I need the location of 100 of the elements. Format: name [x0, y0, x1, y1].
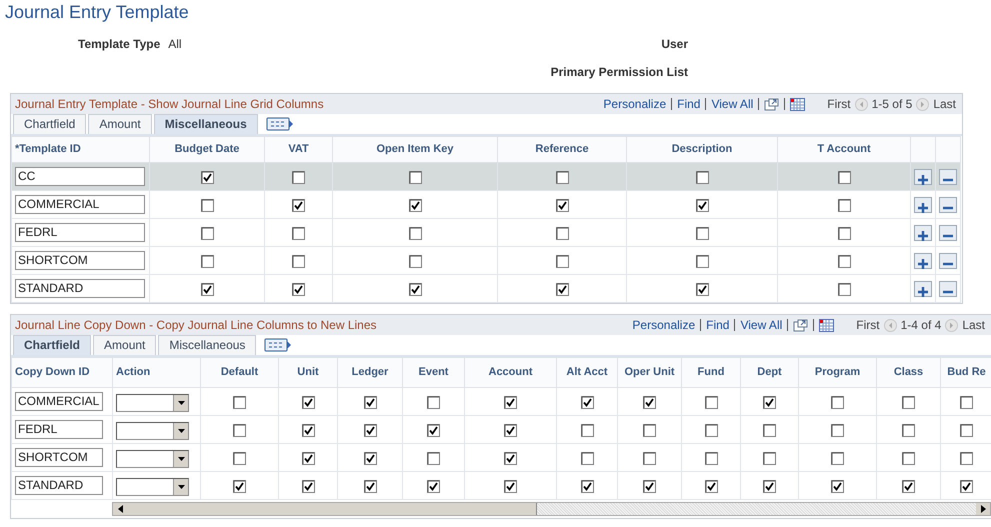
checkbox[interactable]: [233, 452, 246, 465]
tab[interactable]: Miscellaneous: [154, 114, 258, 134]
checkbox[interactable]: [838, 226, 850, 240]
checkbox[interactable]: [408, 254, 422, 268]
checkbox[interactable]: [763, 452, 776, 465]
scroll-right-icon[interactable]: [980, 505, 986, 513]
checkbox[interactable]: [696, 282, 708, 296]
checkbox[interactable]: [580, 452, 594, 465]
checkbox[interactable]: [504, 452, 517, 465]
checkbox[interactable]: [200, 282, 214, 296]
spreadsheet-icon[interactable]: [819, 318, 834, 332]
id-field[interactable]: STANDARD: [15, 279, 145, 298]
checkbox[interactable]: [643, 396, 656, 409]
checkbox[interactable]: [233, 396, 246, 409]
checkbox[interactable]: [427, 396, 440, 409]
show-all-columns-icon[interactable]: [266, 116, 294, 132]
checkbox[interactable]: [902, 396, 915, 409]
id-field[interactable]: COMMERCIAL: [15, 195, 145, 214]
id-field[interactable]: FEDRL: [15, 223, 145, 242]
checkbox[interactable]: [763, 396, 776, 409]
scroll-left-icon[interactable]: [118, 505, 122, 513]
grid-link[interactable]: View All: [711, 95, 754, 113]
checkbox[interactable]: [960, 396, 973, 409]
checkbox[interactable]: [292, 282, 305, 296]
checkbox[interactable]: [902, 424, 915, 437]
grid-link[interactable]: Personalize: [632, 316, 696, 334]
checkbox[interactable]: [200, 198, 214, 212]
checkbox[interactable]: [838, 254, 850, 268]
checkbox[interactable]: [704, 480, 718, 493]
checkbox[interactable]: [200, 170, 214, 184]
id-field[interactable]: STANDARD: [15, 476, 103, 495]
checkbox[interactable]: [504, 396, 517, 409]
checkbox[interactable]: [408, 198, 422, 212]
checkbox[interactable]: [427, 452, 440, 465]
add-row-button[interactable]: [914, 225, 932, 242]
checkbox[interactable]: [364, 396, 376, 409]
add-row-button[interactable]: [914, 281, 932, 298]
checkbox[interactable]: [408, 170, 422, 184]
dropdown-field[interactable]: [116, 422, 189, 440]
checkbox[interactable]: [556, 254, 568, 268]
checkbox[interactable]: [831, 424, 844, 437]
caret-icon[interactable]: [178, 456, 184, 460]
checkbox[interactable]: [960, 452, 973, 465]
checkbox[interactable]: [292, 226, 305, 240]
caret-icon[interactable]: [178, 400, 184, 404]
add-row-button[interactable]: [914, 253, 932, 270]
checkbox[interactable]: [292, 254, 305, 268]
checkbox[interactable]: [556, 226, 568, 240]
delete-row-button[interactable]: [939, 225, 957, 242]
tab[interactable]: Chartfield: [13, 114, 86, 134]
checkbox[interactable]: [831, 452, 844, 465]
checkbox[interactable]: [838, 198, 850, 212]
checkbox[interactable]: [580, 480, 594, 493]
checkbox[interactable]: [292, 198, 305, 212]
checkbox[interactable]: [643, 480, 656, 493]
checkbox[interactable]: [364, 480, 376, 493]
checkbox[interactable]: [302, 396, 314, 409]
add-row-button[interactable]: [914, 197, 932, 214]
checkbox[interactable]: [696, 226, 708, 240]
checkbox[interactable]: [960, 480, 973, 493]
checkbox[interactable]: [838, 282, 850, 296]
checkbox[interactable]: [364, 424, 376, 437]
checkbox[interactable]: [302, 452, 314, 465]
checkbox[interactable]: [704, 424, 718, 437]
caret-icon[interactable]: [178, 428, 184, 432]
delete-row-button[interactable]: [939, 281, 957, 298]
checkbox[interactable]: [763, 424, 776, 437]
checkbox[interactable]: [427, 424, 440, 437]
add-row-button[interactable]: [914, 169, 932, 186]
checkbox[interactable]: [504, 424, 517, 437]
spreadsheet-icon[interactable]: [790, 98, 806, 110]
checkbox[interactable]: [302, 424, 314, 437]
checkbox[interactable]: [838, 170, 850, 184]
checkbox[interactable]: [233, 424, 246, 437]
checkbox[interactable]: [831, 396, 844, 409]
grid-link[interactable]: Find: [677, 95, 700, 113]
caret-icon[interactable]: [178, 484, 184, 488]
dropdown-field[interactable]: [116, 478, 189, 496]
id-field[interactable]: SHORTCOM: [15, 448, 103, 467]
horizontal-scrollbar[interactable]: [112, 502, 991, 516]
checkbox[interactable]: [427, 480, 440, 493]
checkbox[interactable]: [763, 480, 776, 493]
new-window-icon[interactable]: [793, 318, 808, 332]
checkbox[interactable]: [580, 424, 594, 437]
checkbox[interactable]: [902, 452, 915, 465]
checkbox[interactable]: [200, 226, 214, 240]
checkbox[interactable]: [233, 480, 246, 493]
checkbox[interactable]: [408, 282, 422, 296]
id-field[interactable]: CC: [15, 167, 145, 186]
checkbox[interactable]: [504, 480, 517, 493]
tab[interactable]: Miscellaneous: [158, 335, 256, 355]
tab[interactable]: Amount: [93, 335, 156, 355]
tab[interactable]: Amount: [88, 114, 152, 134]
checkbox[interactable]: [556, 282, 568, 296]
checkbox[interactable]: [643, 452, 656, 465]
tab[interactable]: Chartfield: [13, 335, 92, 355]
delete-row-button[interactable]: [939, 253, 957, 270]
checkbox[interactable]: [580, 396, 594, 409]
dropdown-field[interactable]: [116, 394, 189, 412]
checkbox[interactable]: [960, 424, 973, 437]
